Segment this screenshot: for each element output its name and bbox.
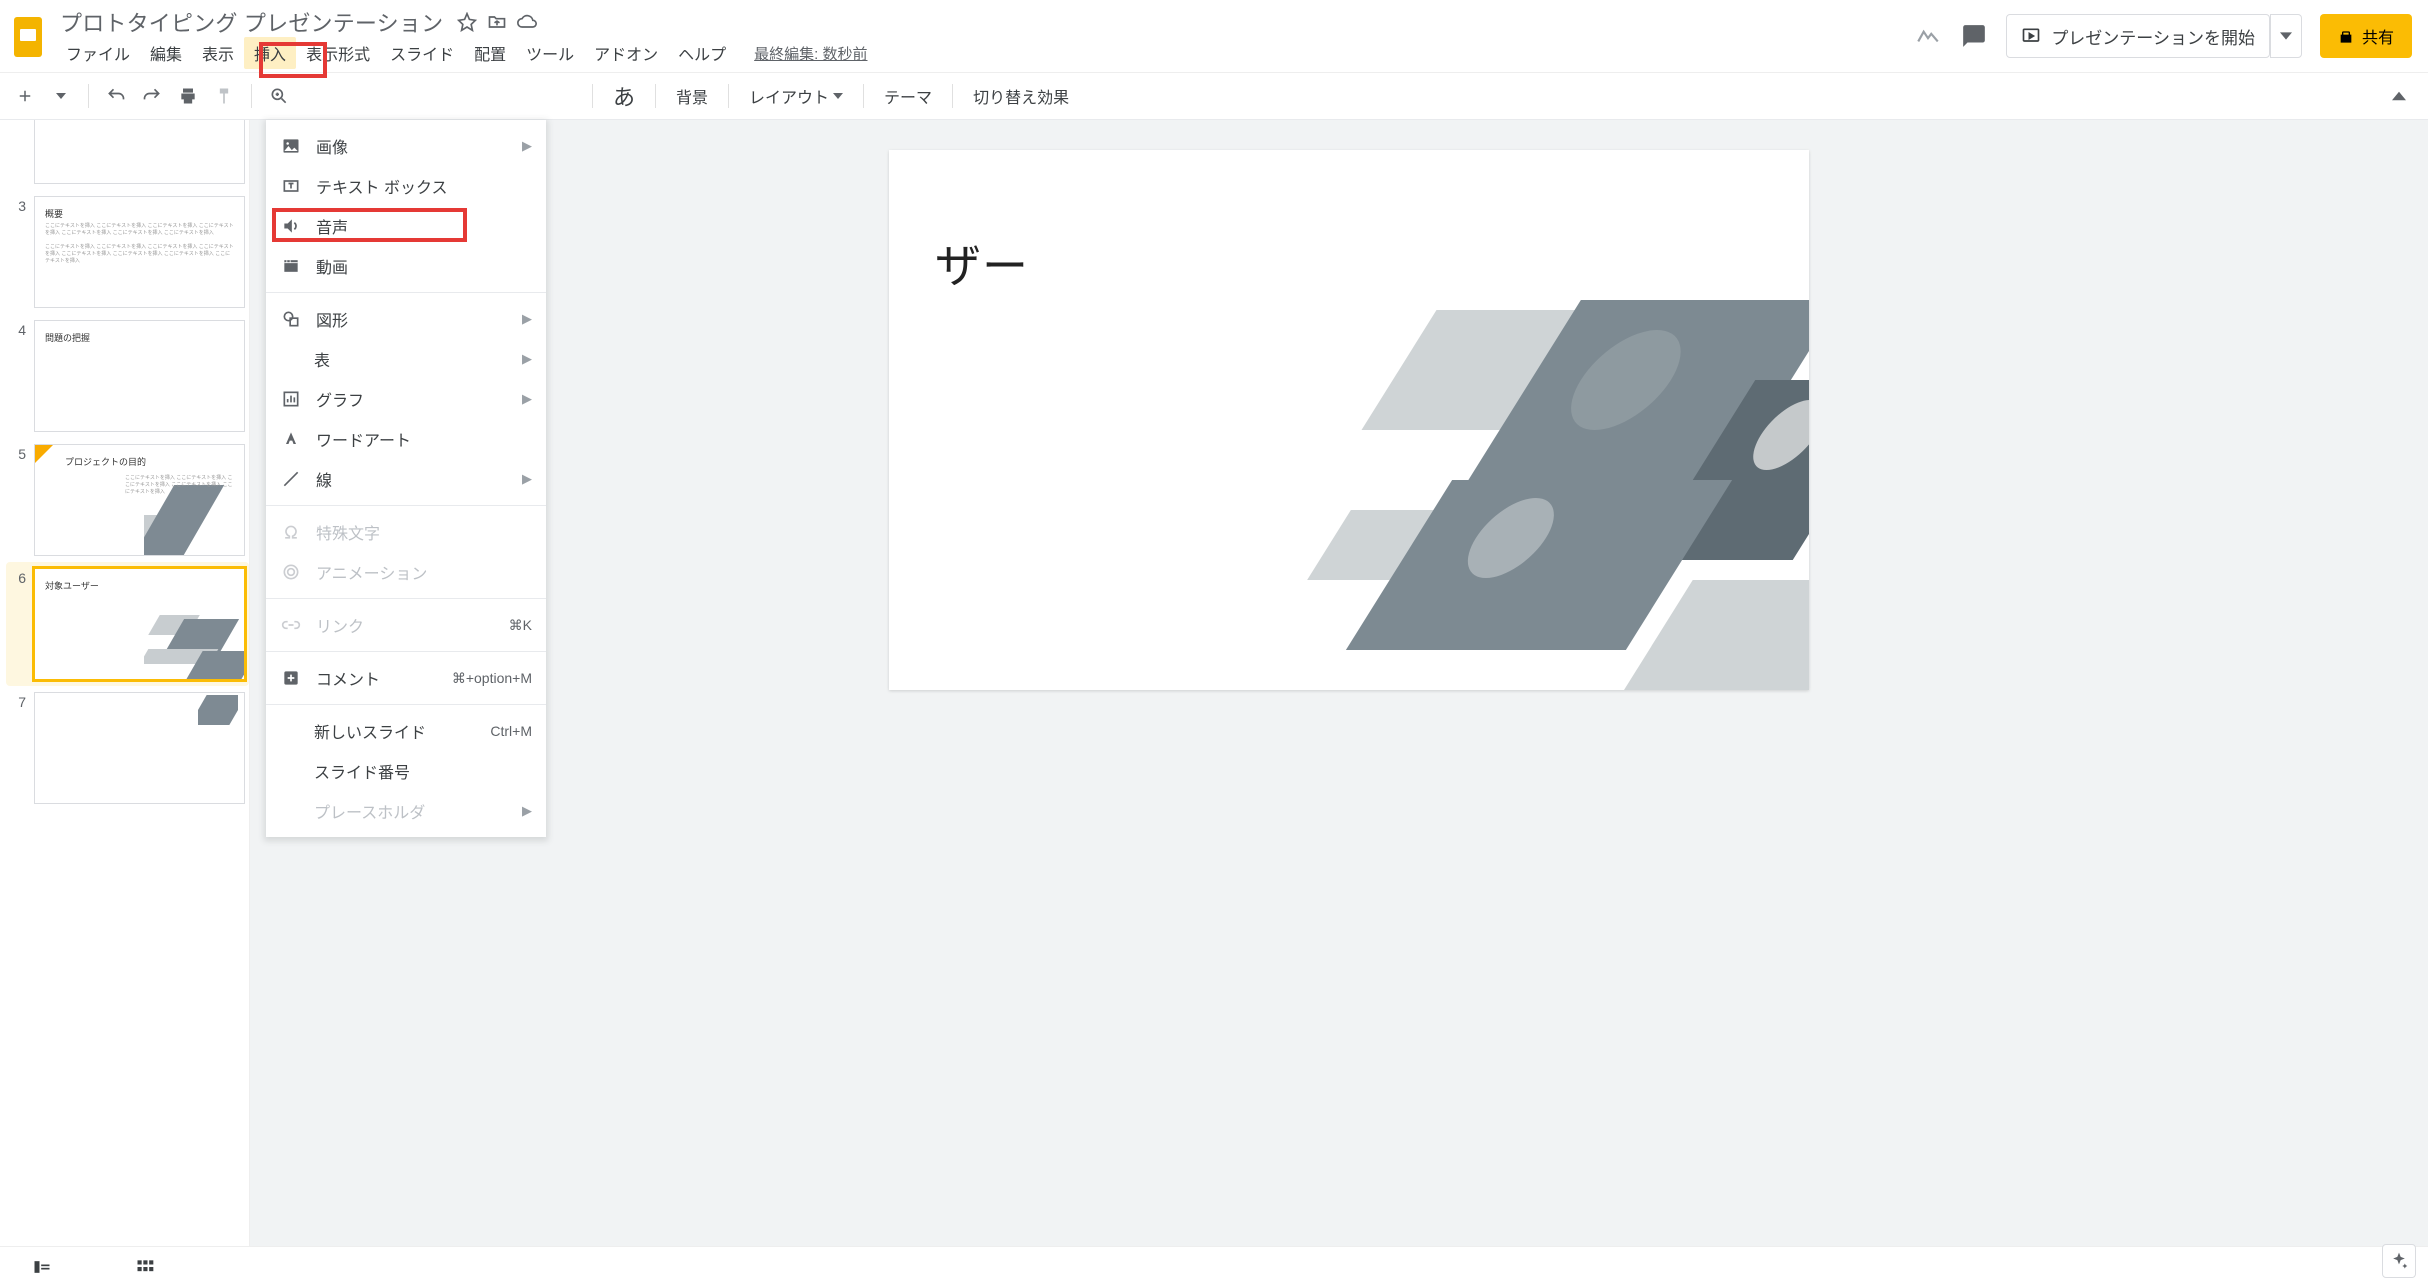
- insert-dropdown-menu: 画像 ▶ テキスト ボックス 音声 動画 図形▶ 表▶ グラフ▶ ワー: [266, 120, 546, 837]
- dd-link: リンク ⌘K: [266, 605, 546, 645]
- dd-placeholder: プレースホルダ▶: [266, 791, 546, 831]
- cloud-status-icon[interactable]: [517, 12, 537, 32]
- video-icon: [280, 255, 302, 277]
- collapse-toolbar-button[interactable]: [2384, 81, 2414, 111]
- dd-image[interactable]: 画像 ▶: [266, 126, 546, 166]
- present-button-label: プレゼンテーションを開始: [2051, 24, 2255, 49]
- animation-icon: [280, 561, 302, 583]
- slide-image-collage: [1269, 270, 1809, 690]
- image-icon: [280, 135, 302, 157]
- dd-comment[interactable]: コメント ⌘+option+M: [266, 658, 546, 698]
- dd-line[interactable]: 線▶: [266, 459, 546, 499]
- dd-audio[interactable]: 音声: [266, 206, 546, 246]
- theme-button[interactable]: テーマ: [876, 84, 940, 108]
- new-slide-button[interactable]: [10, 81, 40, 111]
- menu-view[interactable]: 表示: [192, 37, 244, 69]
- menu-help[interactable]: ヘルプ: [668, 37, 736, 69]
- move-to-folder-icon[interactable]: [487, 12, 507, 32]
- dd-table[interactable]: 表▶: [266, 339, 546, 379]
- dd-chart[interactable]: グラフ▶: [266, 379, 546, 419]
- present-dropdown-caret[interactable]: [2270, 14, 2302, 58]
- grid-view-icon[interactable]: [134, 1257, 156, 1277]
- slide-thumb-5[interactable]: 5 プロジェクトの目的 ここにテキストを挿入 ここにテキストを挿入 ここにテキス…: [6, 438, 249, 562]
- menu-file[interactable]: ファイル: [56, 37, 140, 69]
- slide-thumb-3[interactable]: 3 概要 ここにテキストを挿入 ここにテキストを挿入 ここにテキストを挿入 ここ…: [6, 190, 249, 314]
- transition-button[interactable]: 切り替え効果: [965, 84, 1077, 108]
- slide-thumb-6[interactable]: 6 対象ユーザー: [6, 562, 249, 686]
- background-button[interactable]: 背景: [668, 84, 716, 108]
- menu-tools[interactable]: ツール: [516, 37, 584, 69]
- layout-button[interactable]: レイアウト: [741, 84, 851, 108]
- slide-thumbnail-panel[interactable]: 3 概要 ここにテキストを挿入 ここにテキストを挿入 ここにテキストを挿入 ここ…: [0, 120, 250, 1246]
- audio-icon: [280, 215, 302, 237]
- line-icon: [280, 468, 302, 490]
- submenu-arrow-icon: ▶: [522, 138, 532, 154]
- slide-thumb-7[interactable]: 7: [6, 686, 249, 810]
- undo-button[interactable]: [101, 81, 131, 111]
- explore-button[interactable]: [2382, 1244, 2416, 1278]
- dd-slidenum[interactable]: スライド番号: [266, 751, 546, 791]
- comment-add-icon: [280, 667, 302, 689]
- comments-icon[interactable]: [1960, 22, 1988, 50]
- dd-video[interactable]: 動画: [266, 246, 546, 286]
- paint-format-button[interactable]: [209, 81, 239, 111]
- dd-wordart[interactable]: ワードアート: [266, 419, 546, 459]
- link-icon: [280, 614, 302, 636]
- menu-format[interactable]: 表示形式: [296, 37, 380, 69]
- star-icon[interactable]: [457, 12, 477, 32]
- share-button[interactable]: 共有: [2320, 14, 2412, 58]
- document-title[interactable]: プロトタイピング プレゼンテーション: [56, 4, 447, 40]
- slide-title-partial: ザー: [935, 230, 1029, 296]
- dd-animation: アニメーション: [266, 552, 546, 592]
- zoom-button[interactable]: [264, 81, 294, 111]
- dd-textbox[interactable]: テキスト ボックス: [266, 166, 546, 206]
- print-button[interactable]: [173, 81, 203, 111]
- shape-icon: [280, 308, 302, 330]
- current-slide[interactable]: ザー: [889, 150, 1809, 690]
- slides-app-logo[interactable]: [8, 10, 48, 64]
- last-edit-link[interactable]: 最終編集: 数秒前: [754, 43, 867, 64]
- menu-addons[interactable]: アドオン: [584, 37, 668, 69]
- footer-bar: [0, 1246, 2428, 1286]
- menu-slide[interactable]: スライド: [380, 37, 464, 69]
- present-button[interactable]: プレゼンテーションを開始: [2006, 14, 2270, 58]
- activity-icon[interactable]: [1914, 22, 1942, 50]
- redo-button[interactable]: [137, 81, 167, 111]
- slide-thumb-4[interactable]: 4 問題の把握: [6, 314, 249, 438]
- share-button-label: 共有: [2362, 24, 2394, 48]
- chart-icon: [280, 388, 302, 410]
- dd-shape[interactable]: 図形▶: [266, 299, 546, 339]
- dd-newslide[interactable]: 新しいスライド Ctrl+M: [266, 711, 546, 751]
- input-method-indicator[interactable]: あ: [605, 80, 643, 112]
- menu-arrange[interactable]: 配置: [464, 37, 516, 69]
- slide-thumb-2-partial[interactable]: [6, 120, 249, 190]
- wordart-icon: [280, 428, 302, 450]
- textbox-icon: [280, 175, 302, 197]
- slide-canvas-area[interactable]: ザー: [250, 120, 2428, 1246]
- special-char-icon: [280, 521, 302, 543]
- dd-special: 特殊文字: [266, 512, 546, 552]
- toolbar: あ 背景 レイアウト テーマ 切り替え効果: [0, 72, 2428, 120]
- menu-edit[interactable]: 編集: [140, 37, 192, 69]
- menu-insert[interactable]: 挿入: [244, 37, 296, 69]
- filmstrip-view-icon[interactable]: [30, 1257, 54, 1277]
- new-slide-caret[interactable]: [46, 81, 76, 111]
